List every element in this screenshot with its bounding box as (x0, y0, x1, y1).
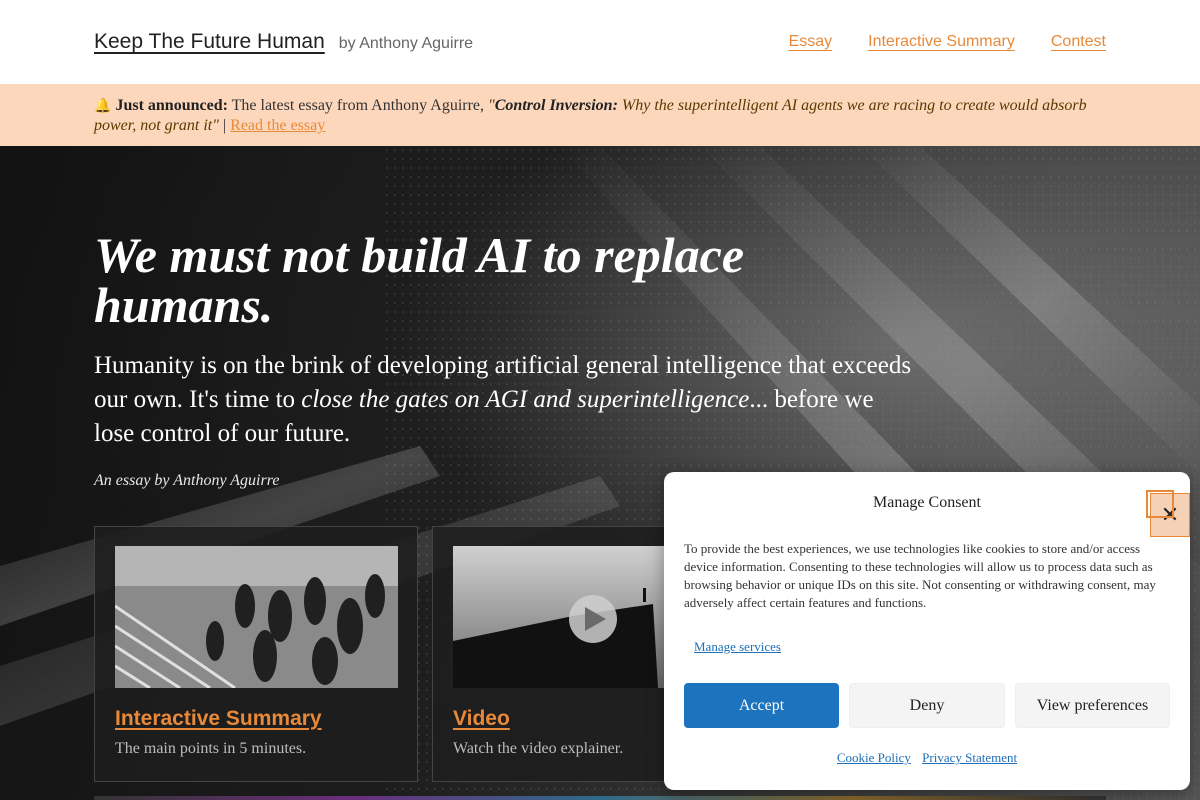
privacy-statement-link[interactable]: Privacy Statement (922, 750, 1017, 765)
consent-dialog: Manage Consent ✕ To provide the best exp… (664, 472, 1190, 790)
consent-body: To provide the best experiences, we use … (684, 541, 1156, 610)
deny-button[interactable]: Deny (849, 683, 1005, 728)
site-header: Keep The Future Human by Anthony Aguirre… (0, 0, 1200, 84)
video-card-title[interactable]: Video (453, 707, 510, 731)
consent-title: Manage Consent (873, 494, 981, 511)
announcement-bar: 🔔 Just announced: The latest essay from … (0, 84, 1200, 146)
interactive-summary-card[interactable]: Interactive Summary The main points in 5… (94, 526, 418, 782)
focus-ring (1146, 490, 1174, 518)
announcement-lead: Just announced: (115, 97, 228, 114)
nav-essay-link[interactable]: Essay (789, 33, 833, 51)
crowd-stairs-image (115, 546, 398, 688)
read-essay-link[interactable]: Read the essay (230, 117, 325, 134)
interactive-summary-card-description: The main points in 5 minutes. (115, 740, 307, 757)
hero-title: We must not build AI to replace humans. (94, 227, 745, 333)
hero-lede: Humanity is on the brink of developing a… (94, 352, 912, 447)
nav-interactive-summary-link[interactable]: Interactive Summary (868, 33, 1015, 51)
next-section-edge (94, 796, 1106, 800)
site-title-link[interactable]: Keep The Future Human (94, 30, 325, 54)
brand: Keep The Future Human by Anthony Aguirre (94, 30, 473, 54)
accept-button[interactable]: Accept (684, 683, 839, 728)
site-byline: by Anthony Aguirre (338, 35, 474, 52)
nav-contest-link[interactable]: Contest (1051, 33, 1106, 51)
manage-services-link[interactable]: Manage services (694, 639, 781, 655)
hero-credit: An essay by Anthony Aguirre (94, 472, 280, 489)
bell-icon: 🔔 (94, 98, 112, 114)
view-preferences-button[interactable]: View preferences (1015, 683, 1170, 728)
announcement-text: The latest essay from Anthony Aguirre, (227, 97, 489, 114)
consent-footer-links: Cookie Policy Privacy Statement (664, 750, 1190, 766)
announcement-separator: | (218, 117, 231, 134)
video-card-description: Watch the video explainer. (453, 740, 624, 757)
cookie-policy-link[interactable]: Cookie Policy (837, 750, 911, 765)
main-nav: Essay Interactive Summary Contest (789, 33, 1106, 51)
interactive-summary-card-title[interactable]: Interactive Summary (115, 707, 322, 731)
